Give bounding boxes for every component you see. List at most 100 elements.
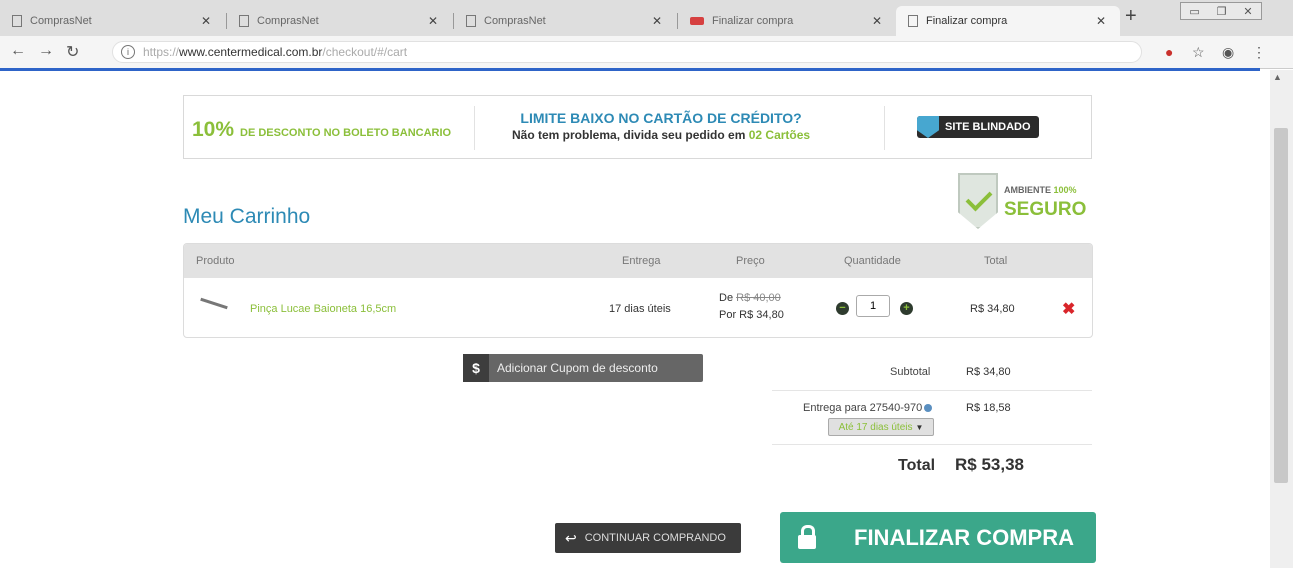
table-row: Pinça Lucae Baioneta 16,5cm 17 dias útei… [184,278,1092,337]
browser-tab[interactable]: ComprasNet ✕ [454,6,676,36]
header-produto: Produto [196,255,235,267]
limit-highlight: 02 Cartões [748,128,811,142]
info-icon[interactable] [924,404,933,413]
row-total: R$ 34,80 [970,303,1015,315]
total-value: R$ 53,38 [955,455,1024,474]
page-icon [239,15,249,27]
product-name-link[interactable]: Pinça Lucae Baioneta 16,5cm [250,303,396,315]
continue-shopping-button[interactable]: ↩ CONTINUAR COMPRANDO [555,523,741,553]
continue-label: CONTINUAR COMPRANDO [584,532,726,544]
seguro-percent: 100% [1053,185,1077,195]
discount-text: DE DESCONTO NO BOLETO BANCARIO [240,127,452,139]
back-icon[interactable]: ← [10,42,26,60]
close-icon[interactable]: ✕ [652,14,662,28]
extension-icon[interactable]: ● [1165,44,1173,60]
close-icon[interactable]: ✕ [872,14,882,28]
header-entrega: Entrega [622,255,661,267]
shipping-value: R$ 18,58 [966,402,1011,414]
discount-percent: 10% [192,118,235,141]
shipping-option-select[interactable]: Até 17 dias úteis ▼ [828,418,934,436]
forward-icon[interactable]: → [38,42,54,60]
menu-icon[interactable]: ⋮ [1252,44,1266,61]
close-icon[interactable]: ✕ [428,14,438,28]
add-coupon-button[interactable]: $ Adicionar Cupom de desconto [463,354,703,382]
shipping-label: Entrega para 27540-970 [803,402,933,414]
new-tab-icon[interactable]: + [1125,5,1137,28]
header-total: Total [984,255,1008,267]
quantity-input[interactable] [856,295,890,317]
browser-tab[interactable]: Finalizar compra ✕ [678,6,896,36]
dollar-icon: $ [463,354,489,382]
close-icon[interactable]: ✕ [201,14,211,28]
minimize-icon[interactable]: ▭ [1189,5,1199,18]
shield-icon [917,116,939,138]
header-quantidade: Quantidade [844,255,901,267]
page-icon [908,15,918,27]
promo-banner: 10% DE DESCONTO NO BOLETO BANCARIO LIMIT… [183,95,1092,159]
page-icon [12,15,22,27]
product-thumbnail[interactable] [200,297,228,310]
tab-label: ComprasNet [30,15,92,27]
tab-label: Finalizar compra [712,15,794,27]
price-to: Por R$ 34,80 [719,309,784,321]
caret-down-icon: ▼ [915,422,924,432]
tab-label: ComprasNet [257,15,319,27]
tab-label: ComprasNet [484,15,546,27]
url-domain: www.centermedical.com.br [179,45,323,59]
restore-icon[interactable]: ❐ [1217,5,1227,18]
star-icon[interactable]: ☆ [1192,44,1205,61]
limit-sub-text: Não tem problema, divida seu pedido em [512,128,746,142]
window-controls[interactable]: ▭ ❐ ✕ [1180,2,1262,20]
blindado-label: SITE BLINDADO [945,121,1031,133]
price-from-label: De [719,292,734,304]
subtotal-value: R$ 34,80 [966,366,1011,378]
divider [884,106,885,150]
url-input[interactable]: i https:// www.centermedical.com.br /che… [112,41,1142,63]
subtotal-label: Subtotal [890,366,931,378]
price-from: De R$ 40,00 [719,292,781,304]
seguro-ambiente: AMBIENTE [1004,185,1051,195]
seguro-line2: SEGURO [1004,199,1087,220]
boleto-discount: 10% DE DESCONTO NO BOLETO BANCARIO [192,118,451,142]
ambiente-seguro-badge: AMBIENTE 100% SEGURO [958,173,1094,233]
price-from-value: R$ 40,00 [736,292,781,304]
close-icon[interactable]: ✕ [1096,14,1106,28]
finalize-purchase-button[interactable]: FINALIZAR COMPRA [780,512,1096,563]
page-title: Meu Carrinho [183,205,311,228]
divider [474,106,475,150]
limit-title: LIMITE BAIXO NO CARTÃO DE CRÉDITO? [520,110,802,126]
shipping-option-label: Até 17 dias úteis [838,421,913,433]
return-arrow-icon: ↩ [565,529,577,546]
delivery-time: 17 dias úteis [609,303,671,315]
finalize-label: FINALIZAR COMPRA [854,524,1074,550]
tab-label: Finalizar compra [926,15,1008,27]
browser-tab[interactable]: ComprasNet ✕ [0,6,225,36]
page-icon [466,15,476,27]
profile-icon[interactable]: ◉ [1222,44,1234,61]
minus-icon[interactable]: − [836,302,849,315]
reload-icon[interactable]: ↻ [66,42,79,62]
shipping-cep: Entrega para 27540-970 [803,402,923,414]
site-blindado-badge: SITE BLINDADO [917,116,1039,138]
scroll-up-icon[interactable]: ▲ [1273,72,1282,82]
summary-divider [772,444,1092,445]
lock-icon [798,524,816,549]
plus-icon[interactable]: + [900,302,913,315]
url-path: /checkout/#/cart [322,45,408,59]
limit-subtitle: Não tem problema, divida seu pedido em 0… [512,128,810,142]
table-header: Produto Entrega Preço Quantidade Total [184,244,1092,278]
scrollbar-thumb[interactable] [1274,128,1288,483]
browser-tab[interactable]: ComprasNet ✕ [227,6,452,36]
browser-tab-active[interactable]: Finalizar compra ✕ [896,6,1120,36]
browser-tabbar: ComprasNet ✕ ComprasNet ✕ ComprasNet ✕ F… [0,0,1293,36]
sale-icon [690,17,704,25]
remove-icon[interactable]: ✖ [1062,299,1075,319]
url-scheme: https:// [143,45,180,59]
header-preco: Preço [736,255,765,267]
close-window-icon[interactable]: ✕ [1243,5,1252,18]
browser-address-bar: ← → ↻ i https:// www.centermedical.com.b… [0,36,1293,69]
cart-table: Produto Entrega Preço Quantidade Total P… [183,243,1093,338]
coupon-label: Adicionar Cupom de desconto [497,361,658,375]
info-icon[interactable]: i [121,45,135,59]
loading-bar [0,68,1260,71]
